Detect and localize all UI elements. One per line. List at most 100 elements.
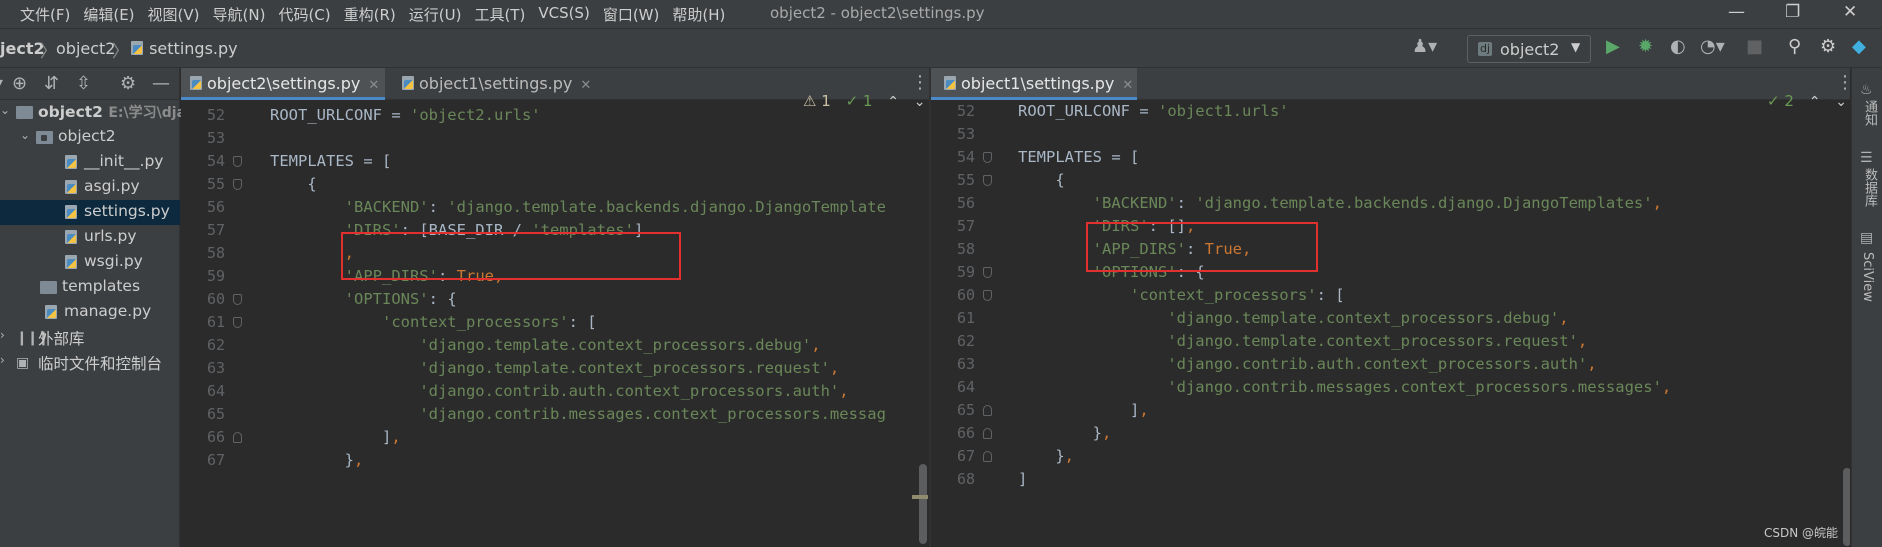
fold-marker-icon[interactable] [233, 179, 242, 190]
menu-item[interactable]: 重构(R) [344, 4, 396, 25]
code-token: , [839, 382, 849, 400]
chevron-down-icon[interactable]: ⌄ [1835, 94, 1847, 110]
tree-item[interactable]: manage.py [0, 300, 180, 325]
menu-item[interactable]: 文件(F) [20, 4, 70, 25]
chevron-down-icon[interactable]: ⌄ [0, 103, 10, 117]
menu-item[interactable]: 代码(C) [278, 4, 330, 25]
locate-file-icon[interactable]: ⊕ [12, 73, 27, 94]
tree-item-label: asgi.py [84, 177, 140, 195]
menu-item[interactable]: 窗口(W) [603, 4, 660, 25]
menu-item[interactable]: 视图(V) [148, 4, 200, 25]
tree-item[interactable]: › ▣ 临时文件和控制台 [0, 350, 180, 375]
tree-item[interactable]: asgi.py [0, 175, 180, 200]
breadcrumb-file[interactable]: settings.py [130, 39, 238, 58]
more-options-icon[interactable]: ⋮ [911, 72, 929, 93]
menu-item[interactable]: VCS(S) [538, 4, 589, 25]
code-token: : [ [1316, 286, 1345, 304]
database-tool-button[interactable]: 数据库 [1860, 168, 1879, 207]
menu-item[interactable]: 工具(T) [474, 4, 525, 25]
folder-icon [36, 131, 53, 144]
editor-right[interactable]: object1\settings.py ✕ ⋮ 52 ROOT_URLCONF = … [931, 68, 1850, 547]
fold-marker-icon[interactable] [233, 432, 242, 443]
tree-item[interactable]: templates [0, 275, 180, 300]
dropdown-icon[interactable]: ▾ [0, 73, 3, 94]
gear-icon[interactable]: ⚙ [120, 73, 136, 94]
collapse-all-icon[interactable]: ⇳ [76, 73, 91, 94]
chevron-up-icon[interactable]: ⌃ [1809, 94, 1821, 110]
search-icon[interactable]: ⚲ [1788, 36, 1801, 58]
vertical-scrollbar[interactable] [919, 464, 927, 544]
coverage-icon[interactable]: ◐ [1670, 36, 1686, 58]
menu-item[interactable]: 帮助(H) [672, 4, 725, 25]
user-icon[interactable]: ♟▾ [1412, 36, 1437, 58]
close-icon[interactable]: ✕ [1122, 78, 1133, 93]
more-options-icon[interactable]: ⋮ [1836, 72, 1850, 93]
code-line[interactable]: }, [270, 447, 364, 474]
tree-item[interactable]: ⌄ object2 E:\学习\dja [0, 100, 186, 125]
vertical-scrollbar[interactable] [1843, 468, 1850, 546]
ok-count: 1 [862, 92, 873, 110]
fold-marker-icon[interactable] [983, 152, 992, 163]
menu-item[interactable]: 运行(U) [409, 4, 462, 25]
chevron-right-icon[interactable]: › [0, 353, 5, 367]
chevron-up-icon[interactable]: ⌃ [887, 94, 899, 110]
menu-item[interactable]: 编辑(E) [83, 4, 134, 25]
tab-object1-settings[interactable]: object1\settings.py ✕ [931, 68, 1137, 100]
tree-item[interactable]: settings.py [0, 200, 180, 225]
code-token: , [1064, 447, 1075, 465]
minimize-icon[interactable]: — [1728, 2, 1745, 22]
fold-marker-icon[interactable] [983, 290, 992, 301]
tree-item[interactable]: wsgi.py [0, 250, 180, 275]
code-line[interactable]: ROOT_URLCONF = 'object2.urls' [270, 102, 541, 129]
tab-object2-settings[interactable]: object2\settings.py ✕ [181, 68, 385, 100]
fold-marker-icon[interactable] [983, 175, 992, 186]
close-window-icon[interactable]: ✕ [1843, 2, 1857, 22]
tree-item[interactable]: urls.py [0, 225, 180, 250]
fold-marker-icon[interactable] [233, 156, 242, 167]
code-token: , [1587, 355, 1597, 373]
fold-marker-icon[interactable] [233, 317, 242, 328]
code-line[interactable]: ] [1018, 466, 1027, 493]
stop-icon[interactable]: ■ [1746, 36, 1763, 58]
tree-item[interactable]: ⌄ object2 [0, 125, 180, 150]
chevron-down-icon[interactable]: ⌄ [20, 128, 30, 142]
tree-item[interactable]: __init__.py [0, 150, 180, 175]
code-token: : { [428, 290, 457, 308]
python-file-icon [64, 155, 78, 170]
chevron-down-icon[interactable]: ⌄ [914, 94, 926, 110]
tree-item-label: manage.py [64, 302, 152, 320]
restore-icon[interactable]: ❐ [1785, 2, 1800, 22]
debug-icon[interactable]: ✹ [1638, 36, 1653, 58]
notifications-tool-button[interactable]: 通知 [1860, 100, 1879, 126]
run-configuration-selector[interactable]: dj object2 ▼ [1467, 35, 1591, 63]
editor-left[interactable]: object2\settings.py ✕ object1\settings.py… [181, 68, 930, 547]
expand-all-icon[interactable]: ⇵ [44, 73, 59, 94]
tree-item[interactable]: › ❙❙❙ 外部库 [0, 325, 180, 350]
fold-marker-icon[interactable] [983, 405, 992, 416]
fold-marker-icon[interactable] [983, 428, 992, 439]
close-icon[interactable]: ✕ [580, 78, 591, 93]
fold-marker-icon[interactable] [983, 267, 992, 278]
fold-marker-icon[interactable] [233, 294, 242, 305]
tab-object1-settings[interactable]: object1\settings.py ✕ [393, 68, 593, 100]
profile-icon[interactable]: ◔▾ [1700, 36, 1725, 58]
inspection-widget[interactable]: ⚠ 1 ✓ 1 ⌃ ⌄ [803, 92, 926, 110]
breadcrumb-package[interactable]: object2 [56, 39, 115, 58]
jetbrains-logo-icon[interactable]: ◆ [1852, 36, 1866, 58]
close-icon[interactable]: ✕ [368, 78, 379, 93]
gear-icon[interactable]: ⚙ [1820, 36, 1836, 58]
chevron-right-icon[interactable]: › [0, 328, 5, 342]
breadcrumb-project[interactable]: ject2 [0, 39, 45, 58]
sciview-tool-button[interactable]: SciView [1860, 252, 1875, 302]
run-icon[interactable]: ▶ [1606, 36, 1620, 58]
inspection-widget[interactable]: ✓ 2 ⌃ ⌄ [1767, 92, 1847, 110]
code-token: 'django.template.backends.django.DjangoT… [1195, 194, 1653, 212]
fold-marker-icon[interactable] [983, 451, 992, 462]
menu-item[interactable]: 导航(N) [213, 4, 266, 25]
python-file-icon [64, 230, 78, 245]
hide-icon[interactable]: — [152, 73, 170, 94]
code-line[interactable]: ROOT_URLCONF = 'object1.urls' [1018, 98, 1289, 125]
